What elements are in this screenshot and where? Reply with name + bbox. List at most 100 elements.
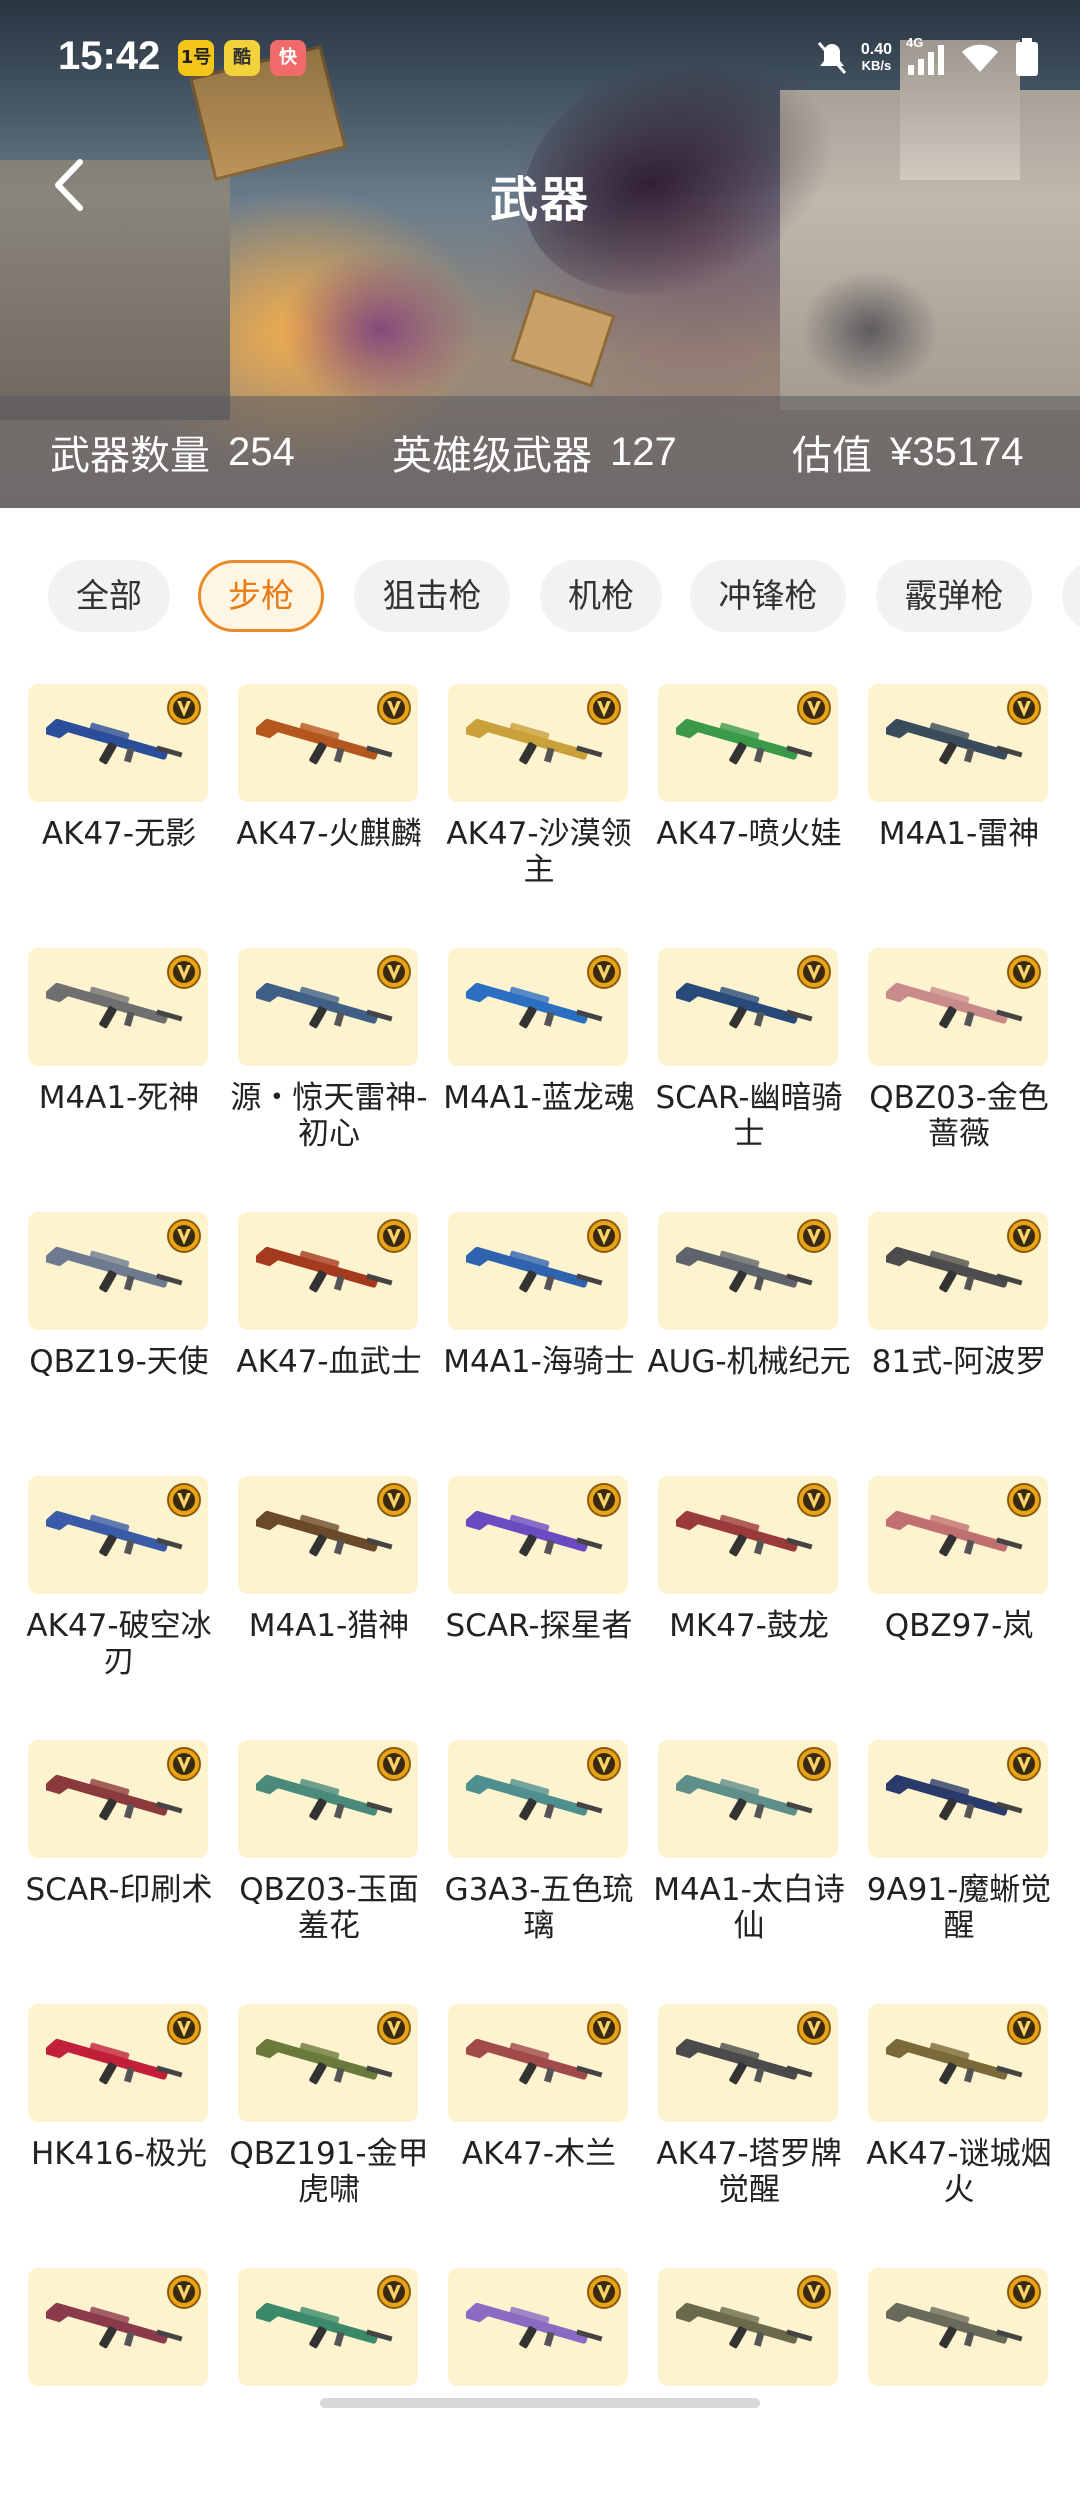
filter-chip-all[interactable]: 全部	[48, 560, 170, 632]
stat-value-amount: ¥35174	[890, 429, 1024, 474]
weapon-thumbnail	[658, 1212, 838, 1330]
rifle-icon	[886, 2302, 1023, 2349]
weapon-name: QBZ191-金甲虎啸	[229, 2136, 429, 2208]
weapon-card[interactable]: 9A91-魔蜥觉醒	[854, 1740, 1064, 1990]
weapon-card[interactable]: QBZ03-玉面羞花	[224, 1740, 434, 1990]
weapon-thumbnail	[448, 948, 628, 1066]
rifle-icon	[466, 1246, 603, 1293]
weapon-card[interactable]: AK47-喷火娃	[644, 684, 854, 934]
weapon-card[interactable]: SCAR-探星者	[434, 1476, 644, 1726]
weapon-thumbnail	[868, 1212, 1048, 1330]
v-badge-icon	[167, 1219, 201, 1253]
network-type: 4G	[906, 35, 924, 50]
weapon-card[interactable]: AK47-谜城烟火	[854, 2004, 1064, 2254]
weapon-thumbnail	[658, 1476, 838, 1594]
v-badge-icon	[1007, 2275, 1041, 2309]
v-badge-icon	[167, 691, 201, 725]
stats-bar: 武器数量 254 英雄级武器 127 估值 ¥35174	[0, 396, 1080, 508]
weapon-thumbnail	[448, 1476, 628, 1594]
rifle-icon	[46, 1774, 183, 1821]
v-badge-icon	[797, 691, 831, 725]
v-badge-icon	[587, 1483, 621, 1517]
weapon-name: HK416-极光	[31, 2136, 207, 2172]
v-badge-icon	[587, 691, 621, 725]
filter-chip-machine-gun[interactable]: 机枪	[540, 560, 662, 632]
weapon-card[interactable]: M4A1-猎神	[224, 1476, 434, 1726]
rifle-icon	[46, 1510, 183, 1557]
filter-chip-sniper[interactable]: 狙击枪	[354, 560, 510, 632]
weapon-thumbnail	[238, 2004, 418, 2122]
weapon-name: M4A1-海骑士	[443, 1344, 635, 1380]
weapon-thumbnail	[448, 1740, 628, 1858]
weapon-name: M4A1-蓝龙魂	[443, 1080, 635, 1116]
stat-weapon-count: 武器数量 254	[50, 423, 295, 481]
weapon-name: AK47-木兰	[461, 2136, 617, 2172]
weapon-card[interactable]: AK47-火麒麟	[224, 684, 434, 934]
weapon-thumbnail	[868, 948, 1048, 1066]
rifle-icon	[256, 1510, 393, 1557]
stat-value: 估值 ¥35174	[792, 423, 1023, 481]
weapon-card[interactable]: HK416-极光	[14, 2004, 224, 2254]
weapon-card[interactable]: QBZ97-岚	[854, 1476, 1064, 1726]
weapon-card[interactable]: AK47-血武士	[224, 1212, 434, 1462]
weapon-card[interactable]	[644, 2268, 854, 2518]
stat-value-label: 估值	[792, 433, 872, 479]
weapon-card[interactable]: QBZ191-金甲虎啸	[224, 2004, 434, 2254]
weapon-card[interactable]: AK47-塔罗牌觉醒	[644, 2004, 854, 2254]
rifle-icon	[466, 2038, 603, 2085]
weapon-thumbnail	[658, 2004, 838, 2122]
weapon-name: QBZ97-岚	[884, 1608, 1034, 1644]
weapon-card[interactable]: SCAR-印刷术	[14, 1740, 224, 1990]
weapon-card[interactable]: AK47-沙漠领主	[434, 684, 644, 934]
v-badge-icon	[377, 1747, 411, 1781]
weapon-card[interactable]: MK47-鼓龙	[644, 1476, 854, 1726]
weapon-thumbnail	[238, 2268, 418, 2386]
weapon-card[interactable]	[224, 2268, 434, 2518]
weapon-card[interactable]: G3A3-五色琉璃	[434, 1740, 644, 1990]
rifle-icon	[256, 982, 393, 1029]
weapon-card[interactable]: M4A1-雷神	[854, 684, 1064, 934]
filter-chip-rifle[interactable]: 步枪	[198, 560, 324, 632]
weapon-card[interactable]: AUG-机械纪元	[644, 1212, 854, 1462]
filter-chip-smg[interactable]: 冲锋枪	[690, 560, 846, 632]
weapon-card[interactable]: SCAR-幽暗骑士	[644, 948, 854, 1198]
stat-weapon-count-label: 武器数量	[50, 433, 210, 479]
v-badge-icon	[797, 2275, 831, 2309]
weapon-card[interactable]: M4A1-蓝龙魂	[434, 948, 644, 1198]
weapon-card[interactable]	[434, 2268, 644, 2518]
filter-chip-more[interactable]	[1062, 560, 1080, 632]
weapon-name: AK47-谜城烟火	[866, 2136, 1052, 2208]
stat-hero-weapons-label: 英雄级武器	[392, 433, 592, 479]
weapon-name: AK47-喷火娃	[656, 816, 842, 852]
weapon-card[interactable]: QBZ19-天使	[14, 1212, 224, 1462]
v-badge-icon	[377, 955, 411, 989]
v-badge-icon	[167, 955, 201, 989]
weapon-card[interactable]: M4A1-死神	[14, 948, 224, 1198]
weapon-name: SCAR-探星者	[445, 1608, 633, 1644]
weapon-name: M4A1-太白诗仙	[653, 1872, 845, 1944]
weapon-card[interactable]: M4A1-太白诗仙	[644, 1740, 854, 1990]
weapon-name: AK47-沙漠领主	[446, 816, 632, 888]
rifle-icon	[46, 2302, 183, 2349]
weapon-card[interactable]	[14, 2268, 224, 2518]
weapon-thumbnail	[658, 684, 838, 802]
weapon-card[interactable]: 81式-阿波罗	[854, 1212, 1064, 1462]
weapon-thumbnail	[28, 948, 208, 1066]
weapon-thumbnail	[448, 1212, 628, 1330]
weapon-thumbnail	[238, 948, 418, 1066]
header-banner: 15:42 1号 酷 快 0.40 KB/s 4G 武器 武器数量 254 英雄…	[0, 0, 1080, 508]
weapon-card[interactable]: AK47-破空冰刃	[14, 1476, 224, 1726]
rifle-icon	[676, 2302, 813, 2349]
home-indicator	[320, 2398, 760, 2408]
rifle-icon	[886, 982, 1023, 1029]
weapon-card[interactable]	[854, 2268, 1064, 2518]
weapon-card[interactable]: AK47-木兰	[434, 2004, 644, 2254]
filter-chip-shotgun[interactable]: 霰弹枪	[876, 560, 1032, 632]
rifle-icon	[466, 1774, 603, 1821]
weapon-card[interactable]: M4A1-海骑士	[434, 1212, 644, 1462]
weapon-thumbnail	[448, 684, 628, 802]
weapon-card[interactable]: QBZ03-金色蔷薇	[854, 948, 1064, 1198]
weapon-card[interactable]: AK47-无影	[14, 684, 224, 934]
rifle-icon	[886, 2038, 1023, 2085]
weapon-card[interactable]: 源・惊天雷神-初心	[224, 948, 434, 1198]
